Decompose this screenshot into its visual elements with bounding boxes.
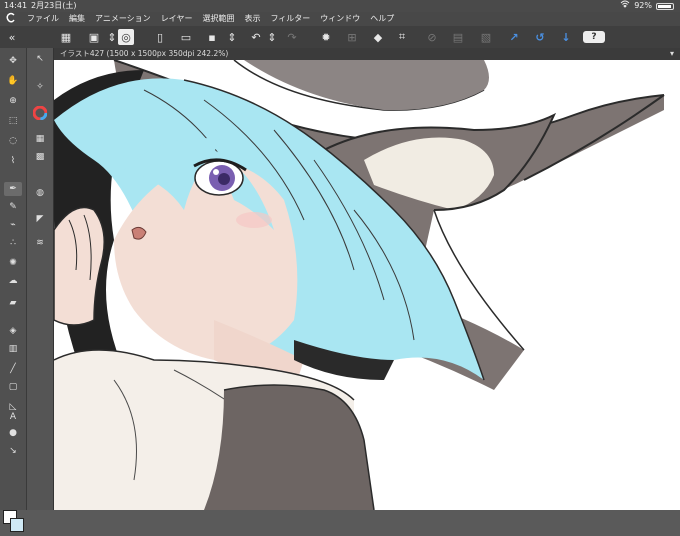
gradient-icon[interactable]: ▥ — [4, 342, 22, 356]
lasso-icon[interactable]: ◌ — [4, 134, 22, 148]
battery-percent: 92% — [634, 1, 652, 10]
tab-menu-chevron-icon[interactable]: ▾ — [670, 48, 674, 60]
open-file-icon[interactable]: ▭ — [178, 29, 194, 45]
eyedropper-icon[interactable]: ⌇ — [4, 154, 22, 168]
menu-view[interactable]: 表示 — [239, 12, 265, 26]
save-icon[interactable]: ▪ — [204, 29, 220, 45]
help-button[interactable]: ? — [583, 31, 605, 43]
select-icon[interactable]: ⬚ — [4, 114, 22, 128]
grid-snap-icon[interactable]: ↓ — [558, 29, 574, 45]
artwork — [54, 60, 680, 510]
clip-studio-icon[interactable]: ◎ — [118, 29, 134, 45]
eraser-toggle-icon[interactable]: ◆ — [370, 29, 386, 45]
battery-fill — [658, 4, 671, 8]
app-logo-icon[interactable] — [0, 12, 22, 26]
eraser-icon[interactable]: ▰ — [4, 296, 22, 310]
menu-file[interactable]: ファイル — [22, 12, 64, 26]
select-expand-icon[interactable]: ▧ — [478, 29, 494, 45]
wifi-icon — [620, 0, 630, 12]
menu-layer[interactable]: レイヤー — [156, 12, 198, 26]
menu-animation[interactable]: アニメーション — [90, 12, 156, 26]
color-well[interactable] — [3, 510, 24, 536]
line-correction-icon[interactable]: ↘ — [4, 444, 22, 458]
menu-window[interactable]: ウィンドウ — [315, 12, 365, 26]
crop-icon[interactable]: ⌗ — [394, 29, 410, 45]
select-off-icon[interactable]: ⊘ — [424, 29, 440, 45]
move-icon[interactable]: ✥ — [4, 54, 22, 68]
status-date: 2月23日(土) — [31, 1, 77, 10]
menu-edit[interactable]: 編集 — [64, 12, 90, 26]
layer-icon[interactable]: ≋ — [31, 236, 49, 250]
object-select-icon[interactable]: ↖ — [31, 52, 49, 66]
battery-icon — [656, 2, 674, 10]
grid-icon[interactable]: ▦ — [58, 29, 74, 45]
tool-palette: ✥ ✋ ⊕ ⬚ ◌ ⌇ ✒ ✎ ⌁ ∴ ✺ ☁ ▰ ◈ ▥ ╱ ▢ ◺ A ● … — [0, 48, 27, 532]
hand-icon[interactable]: ✋ — [4, 74, 22, 88]
undo-stepper-icon[interactable]: ⇕ — [264, 29, 280, 45]
airbrush-icon[interactable]: ∴ — [4, 236, 22, 250]
figure-icon[interactable]: ╱ — [4, 362, 22, 376]
status-time: 14:41 — [4, 1, 28, 10]
subtool-palette: ↖ ✧ ▦ ▩ ◍ ◤ ≋ — [27, 48, 54, 510]
menu-selection[interactable]: 選択範囲 — [197, 12, 239, 26]
pencil-icon[interactable]: ✎ — [4, 200, 22, 214]
status-bar: 14:41 2月23日(土) 92% — [0, 0, 680, 12]
fill-icon[interactable]: ◈ — [4, 324, 22, 338]
balloon-icon[interactable]: ● — [4, 426, 22, 440]
gallery-icon[interactable]: ▣ — [86, 29, 102, 45]
color-set-icon[interactable]: ▦ — [31, 132, 49, 146]
intermediate-color-icon[interactable]: ▩ — [31, 150, 49, 164]
menu-bar: ファイル 編集 アニメーション レイヤー 選択範囲 表示 フィルター ウィンドウ… — [0, 12, 680, 26]
redo-icon[interactable]: ↷ — [284, 29, 300, 45]
select-invert-icon[interactable]: ▤ — [450, 29, 466, 45]
menu-filter[interactable]: フィルター — [265, 12, 315, 26]
transform-icon[interactable]: ⊞ — [344, 29, 360, 45]
command-bar: « ▦ ▣ ⇕ ◎ ▯ ▭ ▪ ⇕ ↶ ⇕ ↷ ✹ ⊞ ◆ ⌗ ⊘ ▤ ▧ ↗ … — [0, 26, 680, 49]
blend2-icon[interactable]: ☁ — [4, 274, 22, 288]
new-file-icon[interactable]: ▯ — [152, 29, 168, 45]
text-icon[interactable]: A — [4, 410, 22, 424]
menu-help[interactable]: ヘルプ — [365, 12, 399, 26]
pen-icon[interactable]: ✒ — [4, 182, 22, 196]
collapse-left-icon[interactable]: « — [4, 29, 20, 45]
save-stepper-icon[interactable]: ⇕ — [224, 29, 240, 45]
blend-icon[interactable]: ✺ — [4, 256, 22, 270]
canvas-tab[interactable]: イラスト427 (1500 x 1500px 350dpi 242.2%) ▾ — [54, 48, 680, 60]
frame-icon[interactable]: ▢ — [4, 380, 22, 394]
settings-icon[interactable]: ✹ — [318, 29, 334, 45]
zoom-icon[interactable]: ⊕ — [4, 94, 22, 108]
color-wheel-icon[interactable] — [31, 106, 49, 120]
navigator-icon[interactable]: ◤ — [31, 212, 49, 226]
material-icon[interactable]: ◍ — [31, 186, 49, 200]
drawing-canvas[interactable] — [54, 60, 680, 510]
special-ruler-snap-icon[interactable]: ↺ — [532, 29, 548, 45]
sparkle-icon[interactable]: ✧ — [31, 80, 49, 94]
canvas-title: イラスト427 (1500 x 1500px 350dpi 242.2%) — [60, 49, 229, 58]
brush-icon[interactable]: ⌁ — [4, 218, 22, 232]
undo-icon[interactable]: ↶ — [248, 29, 264, 45]
sub-color-swatch[interactable] — [10, 518, 24, 532]
ruler-snap-icon[interactable]: ↗ — [506, 29, 522, 45]
